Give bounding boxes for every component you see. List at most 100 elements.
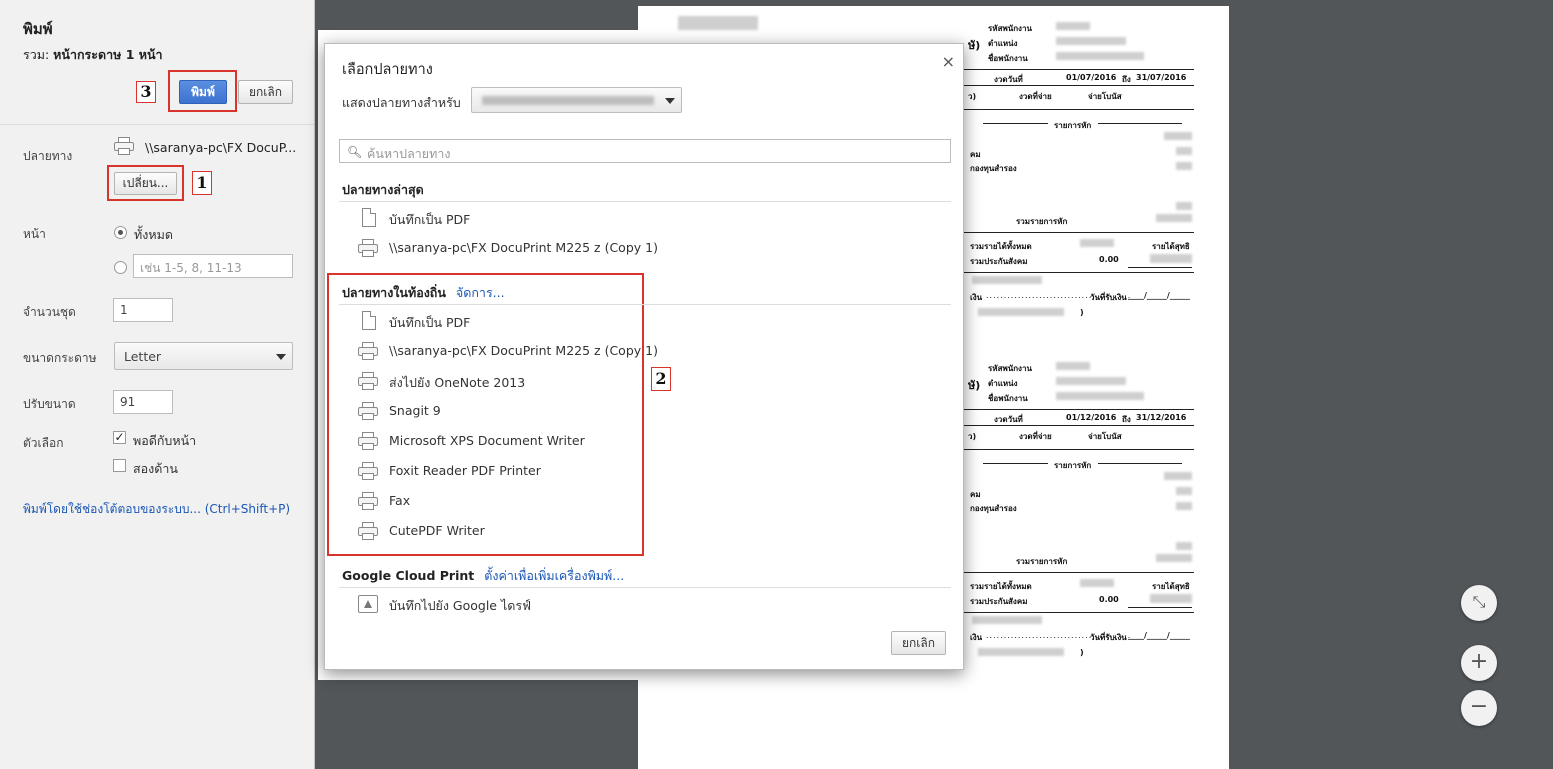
print-title: พิมพ์ [23,20,53,38]
chevron-down-icon [665,98,675,104]
slip2-employee-name-label: ชื่อพนักงาน [988,394,1028,403]
local-destinations-header: ปลายทางในท้องถิ่น จัดการ... [342,285,505,300]
pages-custom-input[interactable]: เช่น 1-5, 8, 11-13 [133,254,293,278]
google-drive-icon [357,594,379,614]
zoom-out-icon[interactable]: − [1461,690,1497,726]
slip-period-from: 01/07/2016 [1066,73,1117,82]
select-destination-dialog: เลือกปลายทาง × แสดงปลายทางสำหรับ 🔍︎ ค้นห… [324,43,964,670]
destination-label: Fax [389,493,411,508]
slip2-close-paren: ) [1080,648,1084,657]
slip2-period-to: 31/12/2016 [1136,413,1187,422]
pages-custom-radio[interactable] [114,261,127,274]
slip2-social-label: คม [970,490,981,499]
printer-icon [357,371,379,391]
destination-label: CutePDF Writer [389,523,485,538]
account-select[interactable] [471,87,682,113]
slip-employee-id-label: รหัสพนักงาน [988,24,1032,33]
slip2-position-label: ตำแหน่ง [988,379,1018,388]
destination-item[interactable]: CutePDF Writer [357,517,917,545]
slip2-social-security-value: 0.00 [1099,595,1119,604]
destination-item[interactable]: บันทึกไปยัง Google ไดรฟ์ [357,590,917,618]
slip-clipped-paren: ว) [968,92,977,101]
slip-fund-label: กองทุนสำรอง [970,164,1017,173]
slip-received-date-label: วันที่รับเงิน [1090,293,1127,302]
slip-header-clipped: ษั) [968,39,981,52]
paper-size-label: ขนาดกระดาษ [23,351,97,365]
fit-to-page-icon[interactable]: ⤡ [1461,585,1497,621]
pages-label: หน้า [23,227,46,241]
change-destination-button[interactable]: เปลี่ยน... [114,172,177,195]
annotation-callout-1: 1 [192,171,212,195]
cancel-button[interactable]: ยกเลิก [238,80,293,104]
fit-to-page-checkbox[interactable]: ✓ [113,431,126,444]
copies-input[interactable]: 1 [113,298,173,322]
destination-item[interactable]: Snagit 9 [357,397,917,425]
destination-item[interactable]: ส่งไปยัง OneNote 2013 [357,367,917,395]
printer-icon [113,136,135,156]
destination-item[interactable]: Foxit Reader PDF Printer [357,457,917,485]
destination-item[interactable]: บันทึกเป็น PDF [357,204,917,232]
zoom-in-icon[interactable]: + [1461,645,1497,681]
slip-social-security-value: 0.00 [1099,255,1119,264]
destination-value: \\saranya-pc\FX DocuP... [145,140,297,155]
paper-size-select[interactable]: Letter [114,342,293,370]
summary-prefix: รวม: [23,47,50,62]
slip2-social-security-label: รวมประกันสังคม [970,597,1028,606]
destination-item[interactable]: บันทึกเป็น PDF [357,307,917,335]
destination-label: Foxit Reader PDF Printer [389,463,541,478]
destination-item[interactable]: Microsoft XPS Document Writer [357,427,917,455]
pdf-document-icon [357,208,379,228]
destination-item[interactable]: \\saranya-pc\FX DocuPrint M225 z (Copy 1… [357,337,917,365]
slip-period-to: 31/07/2016 [1136,73,1187,82]
manage-link[interactable]: จัดการ... [456,285,505,300]
annotation-callout-2: 2 [651,367,671,391]
destination-label: ส่งไปยัง OneNote 2013 [389,375,526,390]
printer-icon [357,341,379,361]
close-icon[interactable]: × [942,52,955,71]
pages-all-radio[interactable] [114,226,127,239]
print-button[interactable]: พิมพ์ [179,80,227,104]
slip-pay-period-label: งวดที่จ่าย [1019,92,1052,101]
slip2-total-deductions-label: รวมรายการหัก [1016,557,1068,566]
slip2-received-date-blank: ____/_____/_____ [1128,631,1190,640]
slip2-period-from: 01/12/2016 [1066,413,1117,422]
destination-label: Microsoft XPS Document Writer [389,433,585,448]
cloud-setup-link[interactable]: ตั้งค่าเพื่อเพิ่มเครื่องพิมพ์... [484,568,624,583]
slip-employee-name-label: ชื่อพนักงาน [988,54,1028,63]
slip2-signature-prefix: เงิน [970,633,983,642]
fit-to-page-label: พอดีกับหน้า [133,433,197,448]
dialog-cancel-button[interactable]: ยกเลิก [891,631,946,655]
account-email-blurred [482,96,654,105]
printer-icon [357,521,379,541]
options-label: ตัวเลือก [23,436,64,450]
destination-item[interactable]: Fax [357,487,917,515]
system-dialog-link[interactable]: พิมพ์โดยใช้ช่องโต้ตอบของระบบ... (Ctrl+Sh… [23,500,290,519]
paper-size-value: Letter [124,349,162,364]
destination-label: บันทึกเป็น PDF [389,315,471,330]
destination-item[interactable]: \\saranya-pc\FX DocuPrint M225 z (Copy 1… [357,234,917,262]
print-settings-panel: พิมพ์ รวม: หน้ากระดาษ 1 หน้า 3 พิมพ์ ยกเ… [0,0,315,769]
slip2-received-date-label: วันที่รับเงิน [1090,633,1127,642]
scale-input[interactable]: 91 [113,390,173,414]
copies-label: จำนวนชุด [23,305,76,319]
destination-label: บันทึกไปยัง Google ไดรฟ์ [389,598,531,613]
slip-bonus-label: จ่ายโบนัส [1088,92,1122,101]
print-header: พิมพ์ รวม: หน้ากระดาษ 1 หน้า 3 พิมพ์ ยกเ… [0,0,314,125]
annotation-callout-3: 3 [136,81,156,103]
slip2-clipped-paren: ว) [968,432,977,441]
slip-signature-prefix: เงิน [970,293,983,302]
two-sided-label: สองด้าน [133,461,178,476]
destination-label: Snagit 9 [389,403,441,418]
destination-label: ปลายทาง [23,149,73,163]
printer-icon [357,491,379,511]
two-sided-checkbox[interactable] [113,459,126,472]
printer-icon [357,461,379,481]
destination-search-input[interactable]: 🔍︎ ค้นหาปลายทาง [339,139,951,163]
slip2-net-income-label: รายได้สุทธิ [1152,582,1190,591]
printer-icon [357,238,379,258]
printer-icon [357,401,379,421]
destination-label: \\saranya-pc\FX DocuPrint M225 z (Copy 1… [389,240,658,255]
destination-label: \\saranya-pc\FX DocuPrint M225 z (Copy 1… [389,343,658,358]
page-summary: รวม: หน้ากระดาษ 1 หน้า [23,45,163,65]
pdf-document-icon [357,311,379,331]
